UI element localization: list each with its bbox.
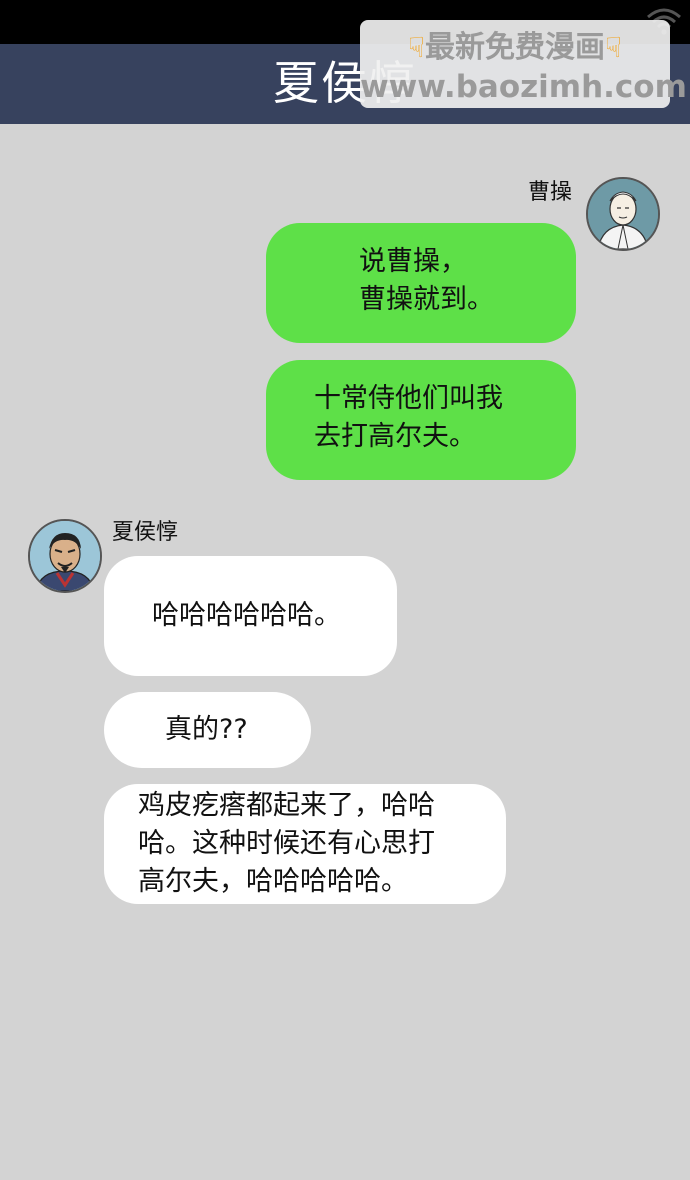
- pointing-down-hand-icon: ☟: [605, 31, 623, 64]
- chat-bubble-received[interactable]: 哈哈哈哈哈哈。: [104, 556, 397, 676]
- caocao-portrait: [588, 179, 658, 249]
- chat-bubble-received[interactable]: 真的??: [104, 692, 311, 768]
- pointing-down-hand-icon: ☟: [407, 31, 425, 64]
- message-line: 哈哈哈哈哈哈。: [152, 600, 341, 631]
- chat-bubble-sent[interactable]: 十常侍他们叫我 去打高尔夫。: [266, 360, 576, 480]
- message-line: 十常侍他们叫我: [314, 383, 503, 414]
- message-line: 真的??: [165, 714, 248, 745]
- message-line: 曹操就到。: [359, 284, 494, 315]
- message-line: 去打高尔夫。: [314, 421, 476, 452]
- sender-name-caocao: 曹操: [528, 180, 573, 205]
- xiahoudun-portrait: [30, 521, 100, 591]
- message-line: 高尔夫，哈哈哈哈哈。: [138, 866, 408, 897]
- message-line: 说曹操，: [359, 246, 467, 277]
- caocao-avatar[interactable]: [586, 177, 660, 251]
- xiahoudun-avatar[interactable]: [28, 519, 102, 593]
- message-line: 哈。这种时候还有心思打: [138, 828, 435, 859]
- watermark-line1: ☟最新免费漫画☟: [407, 30, 623, 65]
- watermark-line2: www.baozimh.com: [360, 69, 687, 105]
- chat-bubble-sent[interactable]: 说曹操， 曹操就到。: [266, 223, 576, 343]
- watermark-overlay: ☟最新免费漫画☟ www.baozimh.com: [360, 20, 687, 108]
- chat-bubble-received[interactable]: 鸡皮疙瘩都起来了，哈哈 哈。这种时候还有心思打 高尔夫，哈哈哈哈哈。: [104, 784, 506, 904]
- sender-name-xiahoudun: 夏侯惇: [112, 520, 179, 545]
- message-line: 鸡皮疙瘩都起来了，哈哈: [138, 790, 435, 821]
